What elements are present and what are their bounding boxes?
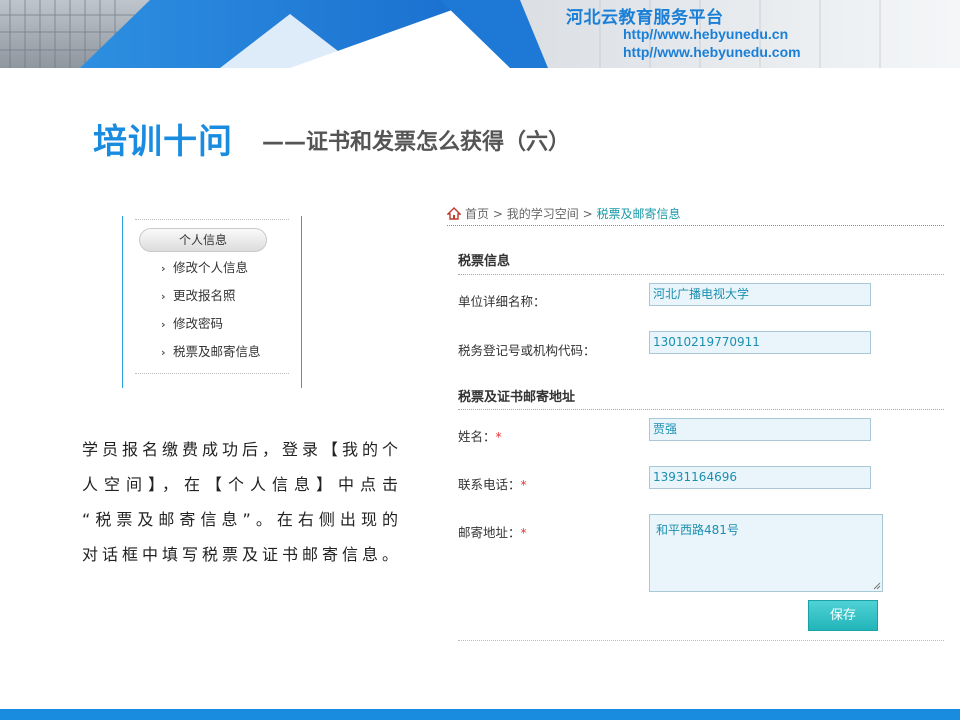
resize-grip-icon[interactable] bbox=[873, 582, 881, 590]
phone-label-text: 联系电话： bbox=[458, 477, 521, 492]
breadcrumb: 首页 > 我的学习空间 > 税票及邮寄信息 bbox=[446, 205, 681, 223]
phone-label: 联系电话：* bbox=[458, 474, 527, 493]
top-banner: 河北云教育服务平台 http//www.hebyunedu.cn http//w… bbox=[0, 0, 960, 68]
footer-bar bbox=[0, 709, 960, 720]
menu-item-change-password[interactable]: › 修改密码 bbox=[161, 316, 223, 333]
phone-input[interactable]: 13931164696 bbox=[649, 466, 871, 489]
breadcrumb-separator: > bbox=[492, 207, 503, 221]
address-label-text: 邮寄地址： bbox=[458, 525, 521, 540]
menu-divider-bottom bbox=[135, 373, 289, 374]
menu-item-change-photo[interactable]: › 更改报名照 bbox=[161, 288, 236, 305]
name-label-text: 姓名： bbox=[458, 429, 496, 444]
name-label: 姓名：* bbox=[458, 426, 502, 445]
unit-name-label: 单位详细名称： bbox=[458, 294, 546, 309]
instruction-line: 对话框中填写税票及证书邮寄信息。 bbox=[82, 545, 398, 564]
section-title-mailing: 税票及证书邮寄地址 bbox=[458, 390, 576, 405]
platform-url-com: http//www.hebyunedu.com bbox=[623, 44, 801, 60]
instruction-line: 人空间】，在【个人信息】中点击 bbox=[82, 475, 398, 494]
menu-item-label: 税票及邮寄信息 bbox=[173, 344, 261, 359]
menu-item-label: 更改报名照 bbox=[173, 288, 236, 303]
chevron-right-icon: › bbox=[161, 262, 166, 275]
slide-subtitle: ——证书和发票怎么获得（六） bbox=[262, 130, 571, 155]
breadcrumb-current: 税票及邮寄信息 bbox=[596, 207, 681, 221]
breadcrumb-learning-space[interactable]: 我的学习空间 bbox=[507, 207, 579, 221]
required-mark: * bbox=[520, 477, 527, 492]
chevron-right-icon: › bbox=[161, 346, 166, 359]
instruction-line: 学员报名缴费成功后，登录【我的个 bbox=[82, 440, 398, 459]
form-bottom-divider bbox=[458, 640, 944, 641]
platform-name: 河北云教育服务平台 bbox=[566, 8, 724, 28]
personal-menu-panel: 个人信息 › 修改个人信息 › 更改报名照 › 修改密码 › 税票及邮寄信息 bbox=[122, 216, 302, 388]
address-textarea[interactable]: 和平西路481号 bbox=[649, 514, 883, 592]
tax-code-input[interactable]: 13010219770911 bbox=[649, 331, 871, 354]
address-label: 邮寄地址：* bbox=[458, 522, 527, 541]
section-divider bbox=[458, 274, 944, 275]
name-input[interactable]: 贾强 bbox=[649, 418, 871, 441]
slide-title: 培训十问 bbox=[93, 122, 233, 162]
instruction-text: 学员报名缴费成功后，登录【我的个 人空间】，在【个人信息】中点击 “税票及邮寄信… bbox=[82, 432, 398, 572]
platform-url-cn: http//www.hebyunedu.cn bbox=[623, 26, 789, 42]
chevron-right-icon: › bbox=[161, 318, 166, 331]
breadcrumb-separator: > bbox=[582, 207, 593, 221]
unit-name-input[interactable]: 河北广播电视大学 bbox=[649, 283, 871, 306]
chevron-right-icon: › bbox=[161, 290, 166, 303]
menu-item-label: 修改个人信息 bbox=[173, 260, 249, 275]
menu-item-label: 修改密码 bbox=[173, 316, 224, 331]
required-mark: * bbox=[520, 525, 527, 540]
breadcrumb-divider bbox=[447, 225, 944, 226]
tax-code-label: 税务登记号或机构代码： bbox=[458, 343, 596, 358]
banner-graphic bbox=[0, 0, 960, 68]
home-icon[interactable] bbox=[446, 207, 462, 223]
breadcrumb-home[interactable]: 首页 bbox=[465, 207, 489, 221]
address-value: 和平西路481号 bbox=[656, 523, 739, 537]
menu-item-invoice-mailing[interactable]: › 税票及邮寄信息 bbox=[161, 344, 261, 361]
menu-header-personal-info[interactable]: 个人信息 bbox=[139, 228, 267, 252]
menu-item-edit-profile[interactable]: › 修改个人信息 bbox=[161, 260, 248, 277]
section-divider bbox=[458, 409, 944, 410]
menu-divider-top bbox=[135, 219, 289, 220]
instruction-line: “税票及邮寄信息”。在右侧出现的 bbox=[82, 510, 398, 529]
required-mark: * bbox=[495, 429, 502, 444]
save-button[interactable]: 保存 bbox=[808, 600, 878, 631]
section-title-invoice: 税票信息 bbox=[458, 254, 511, 269]
